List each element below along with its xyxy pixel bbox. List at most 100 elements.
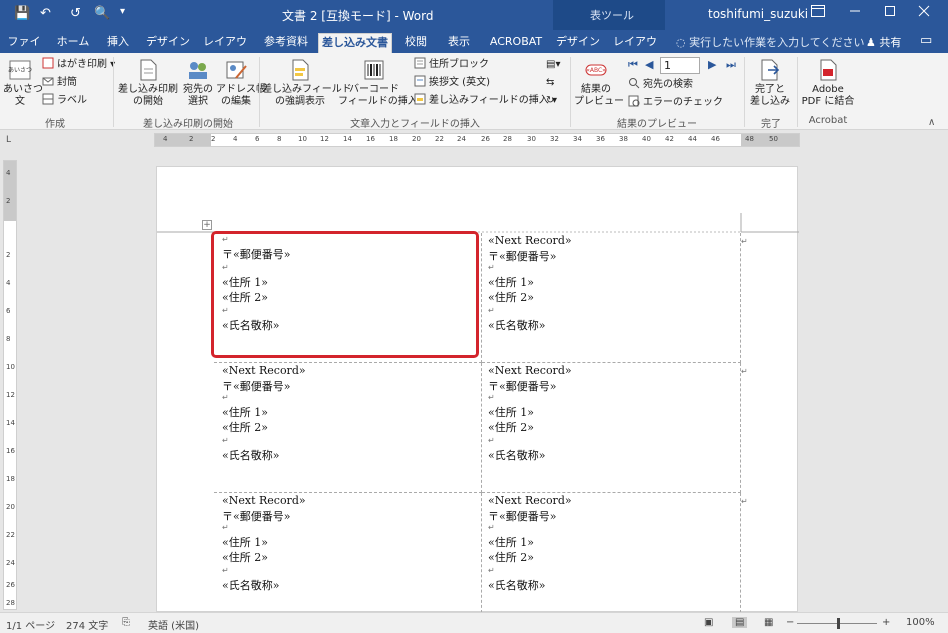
adobe-pdf-icon bbox=[820, 59, 837, 81]
group-separator bbox=[259, 57, 260, 127]
undo-icon[interactable]: ↶ bbox=[40, 6, 51, 21]
web-layout-icon[interactable]: ▦ bbox=[764, 617, 773, 628]
ruler-number: 10 bbox=[6, 363, 15, 371]
ruler-number: 40 bbox=[642, 135, 651, 143]
check-errors-icon bbox=[628, 95, 640, 107]
adobe-pdf-merge-button[interactable]: Adobe PDF に結合 bbox=[800, 58, 856, 108]
collapse-ribbon-icon[interactable]: ∧ bbox=[928, 117, 935, 128]
paragraph-mark: ↵ bbox=[488, 566, 495, 575]
tab-home[interactable]: ホーム bbox=[56, 33, 90, 53]
table-move-handle-icon[interactable]: + bbox=[202, 220, 212, 230]
zoom-out-button[interactable]: − bbox=[786, 617, 794, 628]
language-indicator[interactable]: 英語 (米国) bbox=[148, 617, 199, 632]
vertical-ruler[interactable]: 4 2 2 4 6 8 10 12 14 16 18 20 22 24 26 2… bbox=[3, 160, 17, 610]
name-field: «氏名敬称» bbox=[222, 579, 280, 592]
last-record-icon[interactable]: ⏭ bbox=[726, 58, 736, 72]
maximize-icon[interactable] bbox=[880, 4, 900, 24]
address-block-icon bbox=[414, 57, 426, 69]
tab-view[interactable]: 表示 bbox=[444, 33, 474, 53]
find-recipient-button[interactable]: 宛先の検索 bbox=[628, 77, 693, 93]
tell-me-search[interactable]: ◌ 実行したい作業を入力してください bbox=[676, 34, 864, 50]
close-icon[interactable] bbox=[914, 4, 934, 24]
tab-references[interactable]: 参考資料 bbox=[260, 33, 312, 53]
next-record-field: «Next Record» bbox=[488, 234, 572, 247]
preview-results-button[interactable]: «ABC» 結果の プレビュー bbox=[574, 58, 624, 108]
ruler-number: 2 bbox=[211, 135, 216, 143]
tab-layout[interactable]: レイアウト bbox=[200, 33, 250, 66]
group-separator bbox=[797, 57, 798, 127]
greeting-line-button[interactable]: 挨拶文 (英文) bbox=[414, 75, 490, 91]
ruler-number: 8 bbox=[6, 335, 11, 343]
start-mail-merge-button[interactable]: 差し込み印刷 の開始 bbox=[118, 58, 178, 108]
first-record-icon[interactable]: ⏮ bbox=[628, 58, 638, 72]
next-record-field: «Next Record» bbox=[488, 494, 572, 507]
page-count[interactable]: 1/1 ページ bbox=[6, 617, 55, 632]
horizontal-ruler[interactable]: 4 2 2 4 6 8 10 12 14 16 18 20 22 24 26 2… bbox=[154, 133, 800, 147]
select-recipients-button[interactable]: 宛先の 選択 bbox=[180, 58, 216, 108]
update-labels-icon[interactable]: ↻ bbox=[546, 93, 554, 109]
customize-qat-icon[interactable]: ▾ bbox=[120, 6, 125, 17]
tab-acrobat[interactable]: ACROBAT bbox=[486, 33, 546, 53]
tab-design[interactable]: デザイン bbox=[146, 33, 190, 53]
zoom-level[interactable]: 100% bbox=[906, 617, 935, 628]
tab-file[interactable]: ファイル bbox=[4, 33, 44, 66]
tab-insert[interactable]: 挿入 bbox=[104, 33, 132, 53]
envelope-button[interactable]: 封筒 bbox=[42, 75, 77, 91]
finish-merge-button[interactable]: 完了と 差し込み bbox=[748, 58, 792, 108]
proofing-icon[interactable]: ⎘ bbox=[122, 617, 130, 628]
tab-table-design[interactable]: デザイン bbox=[556, 33, 600, 53]
labels-button[interactable]: ラベル bbox=[42, 93, 87, 109]
word-count[interactable]: 274 文字 bbox=[66, 617, 108, 632]
ribbon-display-options-icon[interactable] bbox=[808, 4, 828, 24]
ruler-number: 16 bbox=[366, 135, 375, 143]
paragraph-mark: ↵ bbox=[488, 306, 495, 315]
ruler-number: 42 bbox=[665, 135, 674, 143]
save-icon[interactable]: 💾 bbox=[14, 6, 30, 21]
zoom-in-button[interactable]: + bbox=[882, 617, 890, 628]
ruler-number: 22 bbox=[6, 531, 15, 539]
print-preview-icon[interactable]: 🔍 bbox=[94, 6, 110, 21]
postal-code-field: 〒«郵便番号» bbox=[222, 510, 291, 523]
read-mode-icon[interactable]: ▣ bbox=[704, 617, 713, 628]
ruler-number: 20 bbox=[6, 503, 15, 511]
user-name[interactable]: toshifumi_suzuki bbox=[708, 7, 808, 21]
ruler-number: 12 bbox=[320, 135, 329, 143]
address1-field: «住所 1» bbox=[222, 406, 268, 419]
label-cell[interactable]: «Next Record» 〒«郵便番号» ↵ «住所 1» «住所 2» ↵ … bbox=[482, 363, 741, 493]
tab-table-layout[interactable]: レイアウト bbox=[610, 33, 660, 66]
comments-icon[interactable]: ▭ bbox=[920, 33, 932, 48]
tab-selector-icon[interactable]: L bbox=[6, 135, 11, 145]
edit-recipient-list-button[interactable]: アドレス帳 の編集 bbox=[216, 58, 266, 108]
ribbon: あいさつ あいさつ 文 はがき印刷 ▾ 封筒 ラベル 作成 差し込み印刷 の開始… bbox=[0, 53, 948, 130]
redo-icon[interactable]: ↺ bbox=[70, 6, 81, 21]
rules-icon[interactable]: ▤▾ bbox=[546, 57, 560, 73]
highlight-merge-fields-button[interactable]: 差し込みフィールド の強調表示 bbox=[262, 58, 352, 108]
insert-barcode-field-button[interactable]: バーコード フィールドの挿入 bbox=[338, 58, 418, 108]
group-finish-label: 完了 bbox=[761, 119, 781, 130]
label-cell[interactable]: «Next Record» 〒«郵便番号» ↵ «住所 1» «住所 2» ↵ … bbox=[482, 493, 741, 613]
postcard-print-button[interactable]: はがき印刷 ▾ bbox=[42, 57, 115, 73]
tab-mailings[interactable]: 差し込み文書 bbox=[318, 33, 392, 53]
zoom-slider-thumb[interactable] bbox=[837, 618, 840, 629]
minimize-icon[interactable] bbox=[845, 4, 865, 24]
insert-merge-field-button[interactable]: 差し込みフィールドの挿入 ▾ bbox=[414, 93, 557, 109]
match-fields-icon[interactable]: ⇆ bbox=[546, 75, 554, 91]
next-record-icon[interactable]: ▶ bbox=[708, 58, 716, 71]
tab-review[interactable]: 校閲 bbox=[400, 33, 432, 53]
ruler-number: 26 bbox=[6, 581, 15, 589]
ruler-number: 4 bbox=[6, 279, 11, 287]
paragraph-mark: ↵ bbox=[488, 436, 495, 445]
record-number-input[interactable]: 1 bbox=[660, 57, 700, 74]
address-block-button[interactable]: 住所ブロック bbox=[414, 57, 489, 73]
previous-record-icon[interactable]: ◀ bbox=[645, 58, 653, 71]
label-cell[interactable]: «Next Record» 〒«郵便番号» ↵ «住所 1» «住所 2» ↵ … bbox=[214, 493, 482, 613]
label-cell[interactable]: «Next Record» 〒«郵便番号» ↵ «住所 1» «住所 2» ↵ … bbox=[214, 363, 482, 493]
greeting-card-button[interactable]: あいさつ あいさつ 文 bbox=[3, 58, 43, 108]
check-errors-button[interactable]: エラーのチェック bbox=[628, 95, 723, 111]
print-layout-icon[interactable]: ▤ bbox=[732, 617, 748, 628]
address1-field: «住所 1» bbox=[222, 536, 268, 549]
share-button[interactable]: ♟ 共有 bbox=[866, 34, 901, 50]
label-cell[interactable]: «Next Record» 〒«郵便番号» ↵ «住所 1» «住所 2» ↵ … bbox=[482, 233, 741, 363]
address2-field: «住所 2» bbox=[488, 291, 534, 304]
end-of-row-mark: ↵ bbox=[741, 367, 748, 376]
